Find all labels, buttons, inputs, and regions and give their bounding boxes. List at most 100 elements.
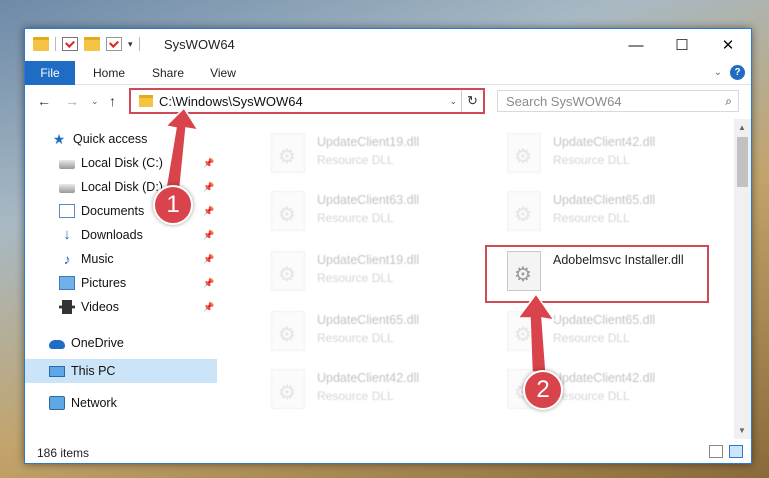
navigation-pane: ★ Quick access Local Disk (C:) 📌 Local D… (25, 121, 219, 437)
sidebar-item-network[interactable]: Network (25, 391, 217, 415)
pin-icon[interactable]: 📌 (203, 182, 214, 193)
file-item[interactable]: UpdateClient42.dll Resource DLL (507, 127, 735, 177)
address-bar[interactable]: C:\Windows\SysWOW64 ⌄ ↻ (129, 88, 485, 114)
file-type: Resource DLL (317, 331, 394, 345)
item-count: 186 items (37, 446, 90, 460)
folder-icon (139, 95, 153, 107)
up-button[interactable]: ↑ (109, 93, 116, 109)
pin-icon[interactable]: 📌 (203, 254, 214, 265)
address-dropdown-icon[interactable]: ⌄ (449, 96, 457, 107)
file-name: UpdateClient65.dll (553, 193, 656, 207)
window-title: SysWOW64 (164, 37, 235, 52)
file-type: Resource DLL (317, 211, 394, 225)
pictures-icon (59, 276, 75, 290)
computer-icon (49, 365, 65, 377)
sidebar-item-label: Quick access (73, 132, 148, 146)
sidebar-item-music[interactable]: ♪ Music 📌 (25, 247, 217, 271)
recent-locations-icon[interactable]: ⌄ (91, 96, 99, 107)
file-item[interactable]: UpdateClient19.dll Resource DLL (271, 245, 501, 295)
file-item[interactable]: UpdateClient65.dll Resource DLL (507, 185, 735, 235)
scroll-down-icon[interactable]: ▼ (738, 426, 746, 435)
quick-access-toolbar: ▾ (33, 37, 140, 51)
address-path[interactable]: C:\Windows\SysWOW64 (159, 94, 303, 109)
refresh-button[interactable]: ↻ (461, 90, 483, 112)
close-button[interactable]: ✕ (705, 29, 751, 61)
customize-icon[interactable] (106, 37, 122, 51)
scroll-thumb[interactable] (737, 137, 748, 187)
qat-dropdown-icon[interactable]: ▾ (128, 39, 133, 50)
pin-icon[interactable]: 📌 (203, 230, 214, 241)
forward-button[interactable]: → (65, 93, 79, 109)
tab-home[interactable]: Home (87, 61, 131, 85)
pin-icon[interactable]: 📌 (203, 158, 214, 169)
sidebar-item-label: OneDrive (71, 336, 124, 350)
file-type: Resource DLL (553, 153, 630, 167)
sidebar-item-local-disk-c[interactable]: Local Disk (C:) 📌 (25, 151, 217, 175)
file-type: Resource DLL (553, 211, 630, 225)
drive-icon (59, 184, 75, 193)
file-name: UpdateClient63.dll (317, 193, 420, 207)
star-icon: ★ (52, 131, 66, 147)
file-item[interactable]: UpdateClient65.dll Resource DLL (271, 305, 501, 355)
file-type: Resource DLL (553, 331, 630, 345)
help-icon[interactable]: ? (730, 65, 745, 80)
sidebar-item-label: Pictures (81, 276, 127, 290)
search-input[interactable]: Search SysWOW64 (506, 94, 622, 109)
sidebar-item-label: Videos (81, 300, 119, 314)
sidebar-item-onedrive[interactable]: OneDrive (25, 331, 217, 355)
search-icon: ⌕ (725, 94, 732, 108)
pin-icon[interactable]: 📌 (203, 206, 214, 217)
minimize-button[interactable]: — (613, 29, 659, 61)
maximize-button[interactable]: ☐ (659, 29, 705, 61)
network-icon (49, 396, 65, 410)
back-button[interactable]: ← (37, 93, 51, 109)
scroll-up-icon[interactable]: ▲ (738, 123, 746, 132)
file-name: UpdateClient19.dll (317, 135, 420, 149)
file-name: UpdateClient42.dll (553, 135, 656, 149)
details-view-icon[interactable] (709, 445, 723, 458)
expand-ribbon-icon[interactable]: ⌄ (714, 67, 722, 78)
sidebar-item-videos[interactable]: Videos 📌 (25, 295, 217, 319)
navigation-bar: ← → ⌄ ↑ C:\Windows\SysWOW64 ⌄ ↻ Search S… (25, 85, 751, 119)
title-bar: ▾ SysWOW64 — ☐ ✕ (25, 29, 751, 61)
properties-icon[interactable] (62, 37, 78, 51)
sidebar-item-quick-access[interactable]: ★ Quick access (25, 127, 217, 151)
file-type: Resource DLL (317, 271, 394, 285)
pin-icon[interactable]: 📌 (203, 302, 214, 313)
file-item[interactable]: UpdateClient63.dll Resource DLL (271, 185, 501, 235)
sidebar-item-label: Local Disk (C:) (81, 156, 163, 170)
folder-icon[interactable] (33, 37, 49, 51)
file-name: UpdateClient65.dll (317, 313, 420, 327)
dll-file-icon (507, 311, 541, 351)
tab-share[interactable]: Share (145, 61, 191, 85)
dll-file-icon (271, 133, 305, 173)
new-folder-icon[interactable] (84, 37, 100, 51)
sidebar-item-label: Downloads (81, 228, 143, 242)
view-toggles (709, 445, 743, 458)
divider (55, 37, 56, 51)
file-name: UpdateClient42.dll (317, 371, 420, 385)
drive-icon (59, 160, 75, 169)
step-1-badge: 1 (153, 185, 193, 225)
sidebar-item-label: Documents (81, 204, 145, 218)
file-name: UpdateClient65.dll (553, 313, 656, 327)
search-box[interactable]: Search SysWOW64 ⌕ (497, 90, 739, 112)
step-2-badge: 2 (523, 370, 563, 410)
file-type: Resource DLL (317, 153, 394, 167)
tab-file[interactable]: File (25, 61, 75, 85)
status-bar: 186 items (25, 441, 751, 463)
sidebar-item-downloads[interactable]: ↓ Downloads 📌 (25, 223, 217, 247)
vertical-scrollbar[interactable]: ▲ ▼ (734, 119, 751, 439)
sidebar-item-this-pc[interactable]: This PC (25, 359, 217, 383)
sidebar-item-label: Local Disk (D:) (81, 180, 163, 194)
file-item[interactable]: UpdateClient19.dll Resource DLL (271, 127, 501, 177)
file-item[interactable]: UpdateClient42.dll Resource DLL (271, 363, 501, 413)
file-item[interactable]: UpdateClient65.dll Resource DLL (507, 305, 735, 355)
pin-icon[interactable]: 📌 (203, 278, 214, 289)
tiles-view-icon[interactable] (729, 445, 743, 458)
tab-view[interactable]: View (205, 61, 241, 85)
download-icon: ↓ (63, 226, 71, 243)
sidebar-item-pictures[interactable]: Pictures 📌 (25, 271, 217, 295)
documents-icon (59, 204, 75, 218)
file-type: Resource DLL (317, 389, 394, 403)
